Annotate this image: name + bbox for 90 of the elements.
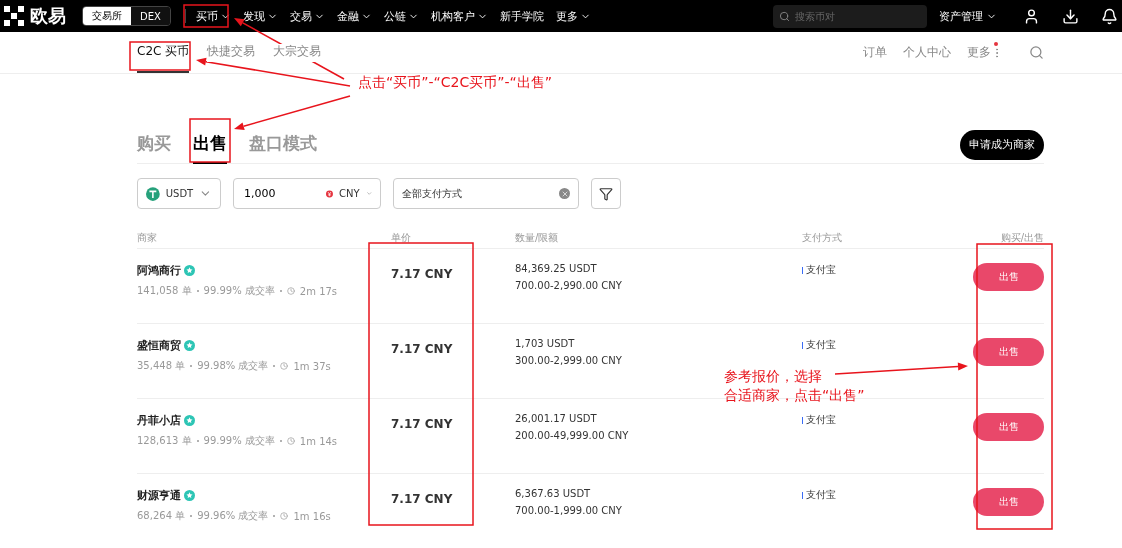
coin-select[interactable]: USDT — [137, 178, 221, 209]
clear-icon[interactable] — [559, 188, 570, 199]
unit-price: 7.17 CNY — [391, 342, 453, 356]
clock-icon — [286, 287, 295, 295]
limit-range: 200.00-49,999.00 CNY — [515, 430, 630, 441]
sell-button[interactable]: 出售 — [973, 413, 1044, 441]
filter-icon — [599, 186, 613, 201]
coin-icon — [146, 186, 160, 201]
quantity: 1,703 USDT — [515, 338, 576, 349]
response-time: 2m 17s — [299, 285, 338, 297]
unit-price: 7.17 CNY — [391, 417, 453, 431]
response-time: 1m 14s — [299, 435, 338, 447]
trade-tab[interactable]: 出售 — [193, 125, 227, 164]
column-header: 单价 — [391, 231, 412, 245]
nav-menu-item[interactable]: 更多 — [555, 8, 591, 24]
annotation-text: 合适商家，点击“出售” — [724, 386, 865, 405]
highlight-frame — [129, 41, 191, 71]
sell-button[interactable]: 出售 — [973, 338, 1044, 366]
clock-icon — [280, 362, 289, 370]
quantity: 84,369.25 USDT — [515, 263, 598, 274]
annotation-text: 参考报价，选择 — [724, 367, 822, 386]
highlight-frame — [189, 118, 231, 163]
search-field[interactable]: 搜索币对 — [773, 4, 927, 28]
highlight-frame — [183, 4, 229, 28]
mode-tab[interactable]: 交易所 — [83, 7, 131, 25]
payment-method: 支付宝 — [806, 338, 836, 352]
nav-menu-item[interactable]: 金融 — [336, 8, 372, 24]
sub-nav-link[interactable]: 个人中心 — [903, 44, 951, 61]
limit-range: 700.00-2,990.00 CNY — [515, 280, 623, 291]
logo[interactable]: 欧易 — [4, 4, 82, 28]
search-icon — [779, 10, 790, 22]
completion-rate: 99.99% 成交率 — [203, 284, 275, 298]
user-icon[interactable] — [1023, 7, 1040, 25]
clock-icon — [286, 437, 295, 445]
merchant-apply-button[interactable]: 申请成为商家 — [960, 129, 1044, 160]
sell-button[interactable]: 出售 — [973, 263, 1044, 291]
download-icon[interactable] — [1062, 7, 1079, 25]
merchant-name[interactable]: 盛恒商贸 — [137, 338, 181, 353]
sub-nav-tab[interactable]: 快捷交易 — [207, 43, 256, 62]
quantity: 6,367.63 USDT — [515, 488, 592, 499]
completion-rate: 99.98% 成交率 — [197, 359, 269, 373]
nav-menu-item[interactable]: 新手学院 — [499, 8, 544, 24]
sub-nav-link[interactable]: 订单 — [863, 44, 887, 61]
column-header: 支付方式 — [802, 231, 843, 245]
payment-select[interactable]: 全部支付方式 — [393, 178, 579, 209]
payment-method: 支付宝 — [806, 263, 836, 277]
order-count: 68,264 单 — [137, 509, 186, 523]
payment-method: 支付宝 — [806, 488, 836, 502]
sub-nav-tab[interactable]: 大宗交易 — [273, 43, 322, 62]
column-header: 数量/限额 — [515, 231, 560, 245]
unit-price: 7.17 CNY — [391, 267, 453, 281]
column-header: 购买/出售 — [999, 231, 1044, 245]
nav-menu-item[interactable]: 交易 — [289, 8, 325, 24]
filter-button[interactable] — [591, 178, 621, 209]
more-link[interactable]: 更多 — [967, 44, 1003, 61]
quantity: 26,001.17 USDT — [515, 413, 598, 424]
nav-menu-item[interactable]: 买币 — [195, 8, 231, 24]
mode-tab[interactable]: DEX — [131, 7, 170, 25]
logo-icon — [4, 6, 24, 26]
bell-icon[interactable] — [1101, 7, 1118, 25]
merchant-name[interactable]: 财源亨通 — [137, 488, 181, 503]
nav-menu-item[interactable]: 机构客户 — [430, 8, 488, 24]
nav-menu-item[interactable]: 发现 — [242, 8, 278, 24]
amount-field[interactable]: 1,000 CNY — [233, 178, 381, 209]
sell-button[interactable]: 出售 — [973, 488, 1044, 516]
column-header: 商家 — [137, 231, 158, 245]
verified-badge-icon — [184, 340, 195, 351]
merchant-name[interactable]: 阿鸿商行 — [137, 263, 181, 278]
nav-menu-item[interactable]: 公链 — [383, 8, 419, 24]
verified-badge-icon — [184, 265, 195, 276]
annotation-text: 点击“买币”-“C2C买币”-“出售” — [358, 73, 553, 92]
order-count: 35,448 单 — [137, 359, 186, 373]
merchant-name[interactable]: 丹菲小店 — [137, 413, 181, 428]
limit-range: 300.00-2,999.00 CNY — [515, 355, 623, 366]
notification-dot — [994, 42, 998, 46]
verified-badge-icon — [184, 415, 195, 426]
clock-icon — [280, 512, 289, 520]
sub-nav-tab[interactable]: C2C 买币 — [137, 32, 190, 73]
unit-price: 7.17 CNY — [391, 492, 453, 506]
limit-range: 700.00-1,999.00 CNY — [515, 505, 623, 516]
order-count: 128,613 单 — [137, 434, 192, 448]
verified-badge-icon — [184, 490, 195, 501]
order-count: 141,058 单 — [137, 284, 192, 298]
completion-rate: 99.96% 成交率 — [197, 509, 269, 523]
search-icon[interactable] — [1029, 45, 1044, 60]
completion-rate: 99.99% 成交率 — [203, 434, 275, 448]
asset-menu[interactable]: 资产管理 — [939, 8, 997, 24]
response-time: 1m 37s — [293, 360, 331, 372]
response-time: 1m 16s — [293, 510, 331, 522]
payment-method: 支付宝 — [806, 413, 836, 427]
